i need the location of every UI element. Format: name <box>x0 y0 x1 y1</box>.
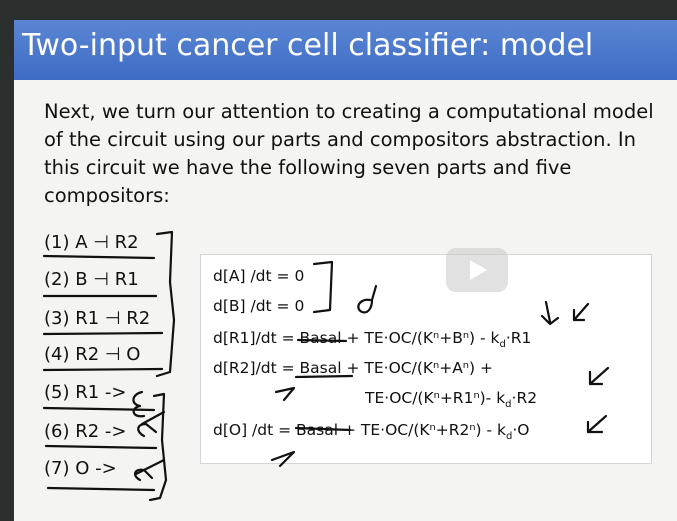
ink-underline <box>46 486 156 492</box>
ink-underline <box>42 331 164 336</box>
ink-arrow <box>540 300 560 326</box>
ink-arrow <box>586 414 608 434</box>
ink-underline <box>294 374 354 379</box>
ink-arrow <box>572 302 590 322</box>
ink-bracket <box>312 260 334 314</box>
ink-underline <box>42 254 156 260</box>
slide: Two-input cancer cell classifier: model … <box>14 20 677 521</box>
ink-scribble <box>134 458 166 482</box>
ink-bracket <box>155 230 176 378</box>
ink-scribble <box>132 390 146 418</box>
handwritten-annotations <box>42 230 610 502</box>
ink-underline <box>42 367 164 372</box>
ink-underline <box>296 338 348 343</box>
ink-mark <box>274 386 296 402</box>
ink-underline <box>294 426 352 432</box>
ink-underline <box>42 406 156 412</box>
ink-d <box>357 284 378 314</box>
ink-arrow <box>588 366 610 386</box>
ink-mark <box>270 450 296 468</box>
ink-underline <box>44 444 158 450</box>
